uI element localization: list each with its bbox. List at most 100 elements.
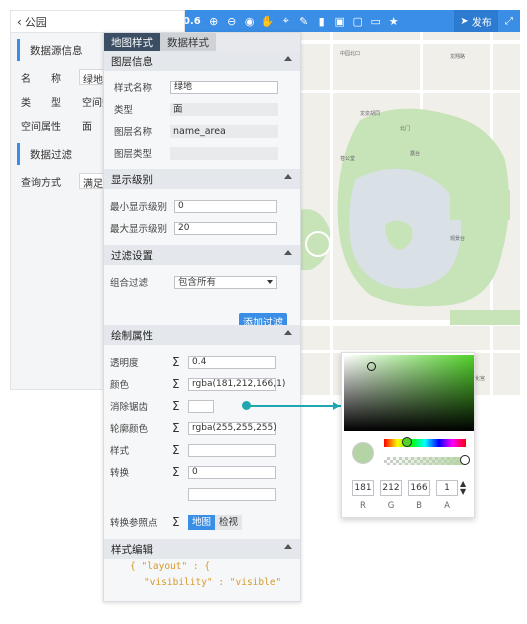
alpha-label: A (444, 501, 450, 511)
layer-info-header[interactable]: 图层信息 (104, 51, 300, 71)
map-icon[interactable]: ▮ (313, 10, 331, 32)
field-label: 轮廓颜色 (110, 424, 149, 435)
field-label: 样式名称 (114, 83, 153, 94)
back-button[interactable]: ‹ 公园 (11, 11, 184, 33)
style-name-input[interactable]: 绿地 (170, 80, 278, 94)
anchor-view-option[interactable]: 检视 (215, 514, 243, 530)
field-label: 样式 (110, 446, 130, 457)
zoom-out-icon[interactable]: ⊖ (223, 10, 241, 32)
field-label: 转换 (110, 468, 130, 479)
publish-button[interactable]: ➤ 发布 (454, 10, 498, 32)
blue-label: B (416, 501, 422, 511)
svg-text:观景台: 观景台 (450, 235, 465, 242)
min-level-input[interactable]: 0 (174, 199, 277, 213)
field-label: 图层类型 (114, 149, 153, 160)
layer-type-value (170, 146, 278, 160)
pencil-icon[interactable]: ✎ (295, 10, 313, 32)
opacity-input[interactable]: 0.4 (188, 355, 276, 369)
frame-icon[interactable]: ▣ (331, 10, 349, 32)
combine-filter-row: 组合过滤 包含所有 (104, 271, 300, 293)
field-label: 图层名称 (114, 127, 153, 138)
sigma-icon[interactable]: Σ (172, 443, 188, 457)
style-editor-panel: 地图样式 数据样式 图层信息 样式名称 绿地 类型 面 图层名称 name_ar… (103, 32, 301, 602)
code-line[interactable]: "visibility" : "visible" (104, 575, 300, 591)
hue-slider[interactable] (384, 439, 466, 447)
filter-settings-header[interactable]: 过滤设置 (104, 245, 300, 265)
stepper-icon[interactable]: ▲ ▼ (460, 480, 466, 496)
saturation-value-area[interactable] (344, 355, 474, 431)
sigma-icon[interactable]: Σ (172, 399, 188, 413)
translate-input-x[interactable]: 0 (188, 465, 276, 479)
blue-input[interactable]: 166 (408, 480, 430, 496)
svg-text:中园北口: 中园北口 (340, 50, 360, 57)
field-label: 最大显示级别 (110, 224, 168, 235)
sigma-icon[interactable]: Σ (172, 355, 188, 369)
display-level-header[interactable]: 显示级别 (104, 169, 300, 189)
globe-icon[interactable]: ◉ (241, 10, 259, 32)
color-row: 颜色 Σ rgba(181,212,166,1) (104, 373, 300, 395)
alpha-input[interactable]: 1 (436, 480, 458, 496)
frame-alt-icon[interactable]: ▢ (349, 10, 367, 32)
sigma-icon[interactable]: Σ (172, 421, 188, 435)
sigma-icon[interactable]: Σ (172, 377, 188, 391)
style-tabs: 地图样式 数据样式 (104, 33, 300, 51)
max-level-input[interactable]: 20 (174, 221, 277, 235)
style-name-row: 样式名称 绿地 (104, 76, 300, 98)
collapse-icon (284, 56, 292, 61)
anchor-map-option[interactable]: 地图 (188, 514, 216, 530)
translate-input-y[interactable] (188, 487, 276, 501)
antialias-input[interactable] (188, 399, 214, 413)
select-value: 包含所有 (178, 276, 217, 288)
star-icon[interactable]: ★ (385, 10, 403, 32)
monitor-icon[interactable]: ▭ (367, 10, 385, 32)
field-label: 最小显示级别 (110, 202, 168, 213)
layer-name-row: 图层名称 name_area (104, 120, 300, 142)
tab-map-style[interactable]: 地图样式 (104, 33, 160, 51)
sigma-icon[interactable]: Σ (172, 465, 188, 479)
field-label: 颜色 (110, 380, 130, 391)
tab-data-style[interactable]: 数据样式 (160, 33, 216, 51)
paint-props-header[interactable]: 绘制属性 (104, 325, 300, 345)
sv-cursor[interactable] (367, 362, 376, 371)
style-edit-header[interactable]: 样式编辑 (104, 539, 300, 559)
publish-label: 发布 (471, 17, 492, 29)
alpha-gradient (384, 457, 466, 465)
anchor-row: 转换参照点 Σ 地图 检视 (104, 511, 300, 533)
layer-name-value: name_area (170, 124, 278, 138)
field-label: 类型 (114, 105, 134, 116)
svg-text:苍公堂: 苍公堂 (340, 155, 355, 162)
code-line[interactable]: { "layout" : { (104, 559, 300, 575)
section-title: 显示级别 (111, 173, 153, 186)
svg-text:龙泉胡同: 龙泉胡同 (360, 110, 380, 117)
red-input[interactable]: 181 (352, 480, 374, 496)
sigma-icon[interactable]: Σ (172, 515, 188, 529)
color-swatch (352, 442, 374, 464)
opacity-row: 透明度 Σ 0.4 (104, 351, 300, 373)
alpha-handle[interactable] (460, 455, 470, 465)
fullscreen-icon[interactable]: ⤢ (498, 10, 520, 32)
svg-text:北门: 北门 (400, 125, 410, 132)
chevron-down-icon (267, 279, 273, 284)
green-label: G (387, 501, 395, 511)
hand-icon[interactable]: ✋ (259, 10, 277, 32)
pin-icon[interactable]: ⌖ (277, 10, 295, 32)
hue-handle[interactable] (402, 437, 412, 447)
section-title: 图层信息 (111, 55, 153, 68)
chevron-left-icon: ‹ (17, 14, 22, 29)
translate-row: 转换 Σ 0 (104, 461, 300, 483)
color-input[interactable]: rgba(181,212,166,1) (188, 377, 285, 391)
anchor-toggle: 地图 检视 (188, 514, 243, 530)
combine-filter-select[interactable]: 包含所有 (174, 275, 277, 289)
collapse-icon (284, 544, 292, 549)
field-label: 透明度 (110, 358, 139, 369)
field-label: 组合过滤 (110, 278, 149, 289)
map-canvas[interactable]: 中园北口 龙翔路 龙泉胡同 北门 苍公堂 露台 观景台 文化宫 中国石化 (300, 30, 520, 395)
green-input[interactable]: 212 (380, 480, 402, 496)
max-level-row: 最大显示级别 20 (104, 217, 300, 239)
translate-row-2 (104, 483, 300, 505)
section-title: 绘制属性 (111, 329, 153, 342)
pattern-input[interactable] (188, 443, 276, 457)
outline-color-input[interactable]: rgba(255,255,255) (188, 421, 277, 435)
connector-arrow-icon (333, 402, 340, 410)
zoom-in-icon[interactable]: ⊕ (205, 10, 223, 32)
